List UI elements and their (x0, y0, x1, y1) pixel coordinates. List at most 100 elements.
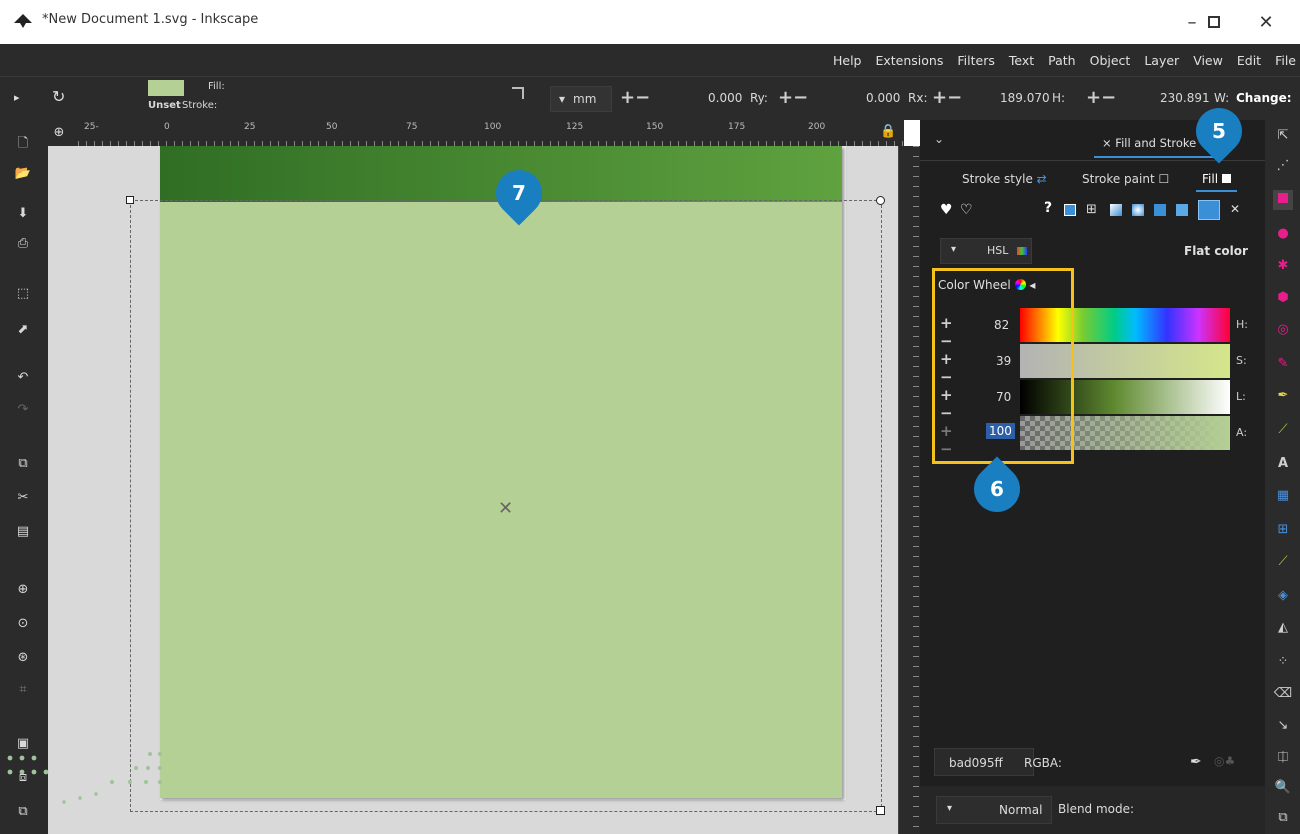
spiral-tool-icon[interactable]: ◎ (1273, 320, 1293, 340)
close-button[interactable]: ✕ (1246, 8, 1286, 38)
star-tool-icon[interactable]: ✱ (1273, 256, 1293, 276)
connector-tool-icon[interactable]: ↘ (1273, 716, 1293, 736)
export-icon[interactable]: ⬈ (10, 320, 36, 340)
zoom-corner-icon[interactable]: ⊕ (48, 120, 70, 146)
new-document-icon[interactable]: 🗋 (10, 134, 36, 154)
w-value[interactable]: 230.891 (1160, 91, 1210, 105)
swatch-icon[interactable] (1198, 200, 1220, 220)
import-icon[interactable]: ⬚ (10, 284, 36, 304)
eyedropper-icon[interactable]: ✒ (1190, 754, 1202, 770)
center-cross-icon[interactable]: ✕ (498, 498, 513, 519)
open-file-icon[interactable]: 📂 (10, 164, 36, 184)
saturation-label: S: (1236, 354, 1247, 367)
tab-stroke-paint[interactable]: Stroke paint ☐ (1082, 172, 1169, 186)
step-badge-6-number: 6 (990, 477, 1004, 501)
undo-icon[interactable]: ↶ (10, 368, 36, 388)
corner-handle-top-right[interactable] (876, 196, 885, 205)
unit-select[interactable]: ▾ mm (550, 86, 612, 112)
save-icon[interactable]: ⬇ (10, 204, 36, 224)
corner-handle-top-left[interactable] (126, 196, 134, 204)
zoom-page-icon[interactable]: ⊛ (10, 648, 36, 668)
pattern-icon[interactable] (1176, 204, 1188, 216)
menu-path[interactable]: Path (1048, 53, 1075, 68)
linear-gradient-icon[interactable] (1110, 204, 1122, 216)
panel-chevron-icon[interactable]: ⌄ (934, 132, 944, 146)
reset-icon[interactable]: ↻ (52, 87, 65, 106)
dropper-tool-icon[interactable]: ⟋ (1273, 552, 1293, 572)
print-icon[interactable]: ⎙ (10, 234, 36, 254)
color-space-chevron-icon: ▾ (951, 244, 957, 255)
calligraphy-tool-icon[interactable]: ⟋ (1273, 420, 1293, 440)
fill-swatch[interactable] (148, 80, 184, 96)
menu-help[interactable]: Help (833, 53, 862, 68)
rx-plus-minus-icon[interactable]: +− (778, 87, 808, 108)
unset-x-icon[interactable]: ✕ (1230, 202, 1240, 216)
blend-mode-select[interactable]: ▾ Normal (936, 796, 1052, 824)
paint-bucket-tool-icon[interactable]: ◈ (1273, 586, 1293, 606)
unit-chevron-icon: ▾ (559, 92, 566, 106)
tweak-tool-icon[interactable]: ◭ (1273, 618, 1293, 638)
zoom-drawing-icon[interactable]: ⊙ (10, 614, 36, 634)
selector-tool-icon[interactable]: ⇱ (1273, 126, 1293, 146)
menu-text[interactable]: Text (1009, 53, 1034, 68)
menu-extensions[interactable]: Extensions (875, 53, 943, 68)
tab-fill[interactable]: Fill (1196, 168, 1237, 192)
spray-tool-icon[interactable]: ⁘ (1273, 652, 1293, 672)
measure-tool-icon[interactable]: ⎅ (1273, 748, 1293, 768)
eraser-tool-icon[interactable]: ⌫ (1273, 684, 1293, 704)
lock-icon[interactable]: 🔒 (880, 124, 896, 139)
expand-arrow-icon[interactable]: ▸ (14, 91, 20, 104)
unset-paint-icon[interactable]: ? (1044, 200, 1052, 216)
canvas[interactable]: ✕ (7, 120, 904, 834)
color-space-select[interactable]: ▾ HSL (940, 238, 1032, 264)
copy-icon[interactable]: ⧉ (10, 454, 36, 474)
pencil-tool-icon[interactable]: ✎ (1273, 354, 1293, 374)
vertical-ruler[interactable] (898, 146, 920, 834)
flat-color-icon[interactable]: ⊞ (1086, 202, 1097, 217)
corner-handle-bottom-right[interactable] (876, 806, 885, 815)
rectangle-tool-icon[interactable] (1273, 190, 1293, 210)
h-value[interactable]: 189.070 (1000, 91, 1050, 105)
zoom-selection-icon[interactable]: ⊕ (10, 580, 36, 600)
fill-rule-evenodd-icon[interactable]: ♥ (940, 202, 953, 218)
tab-fill-and-stroke-label: × Fill and Stroke (1102, 136, 1197, 150)
text-tool-icon[interactable]: A (1273, 454, 1293, 474)
h-plus-minus-icon[interactable]: +− (932, 87, 962, 108)
node-tool-icon[interactable]: ⋰ (1273, 156, 1293, 176)
menu-edit[interactable]: Edit (1237, 53, 1261, 68)
3d-box-tool-icon[interactable]: ⬢ (1273, 288, 1293, 308)
fill-rule-nonzero-icon[interactable]: ♡ (960, 202, 973, 218)
rx-value[interactable]: 0.000 (866, 91, 900, 105)
color-space-icon (1017, 247, 1027, 255)
ry-value[interactable]: 0.000 (708, 91, 742, 105)
zoom-width-icon[interactable]: ⌗ (10, 680, 36, 700)
horizontal-ruler[interactable]: ⊕ 25- 0 25 50 75 100 125 150 175 200 🔒 (48, 120, 904, 146)
pages-tool-icon[interactable]: ⧉ (1273, 808, 1293, 828)
cut-icon[interactable]: ✂ (10, 488, 36, 508)
mesh-tool-icon[interactable]: ⊞ (1273, 520, 1293, 540)
stroke-value[interactable]: Unset (148, 100, 181, 111)
menu-layer[interactable]: Layer (1144, 53, 1179, 68)
tab-stroke-style[interactable]: Stroke style ⇄ (962, 172, 1047, 186)
menu-filters[interactable]: Filters (957, 53, 994, 68)
mesh-gradient-icon[interactable] (1154, 204, 1166, 216)
ry-plus-minus-icon[interactable]: +− (620, 87, 650, 108)
lightness-label: L: (1236, 390, 1246, 403)
blend-mode-row: ▾ Normal Blend mode: (920, 786, 1265, 834)
maximize-button[interactable] (1194, 8, 1234, 38)
menu-view[interactable]: View (1193, 53, 1223, 68)
menu-object[interactable]: Object (1090, 53, 1131, 68)
ellipse-tool-icon[interactable]: ● (1273, 224, 1293, 244)
paste-icon[interactable]: ▤ (10, 522, 36, 542)
no-paint-icon[interactable] (1064, 204, 1076, 216)
pen-tool-icon[interactable]: ✒ (1273, 386, 1293, 406)
w-plus-minus-icon[interactable]: +− (1086, 87, 1116, 108)
gradient-tool-icon[interactable]: ▦ (1273, 486, 1293, 506)
ruler-label: 150 (646, 122, 664, 132)
redo-icon[interactable]: ↷ (10, 400, 36, 420)
zoom-tool-icon[interactable]: 🔍 (1273, 778, 1293, 798)
ry-label: Ry: (750, 91, 768, 105)
radial-gradient-icon[interactable] (1132, 204, 1144, 216)
rgba-input[interactable]: bad095ff (934, 748, 1034, 776)
menu-file[interactable]: File (1275, 53, 1296, 68)
